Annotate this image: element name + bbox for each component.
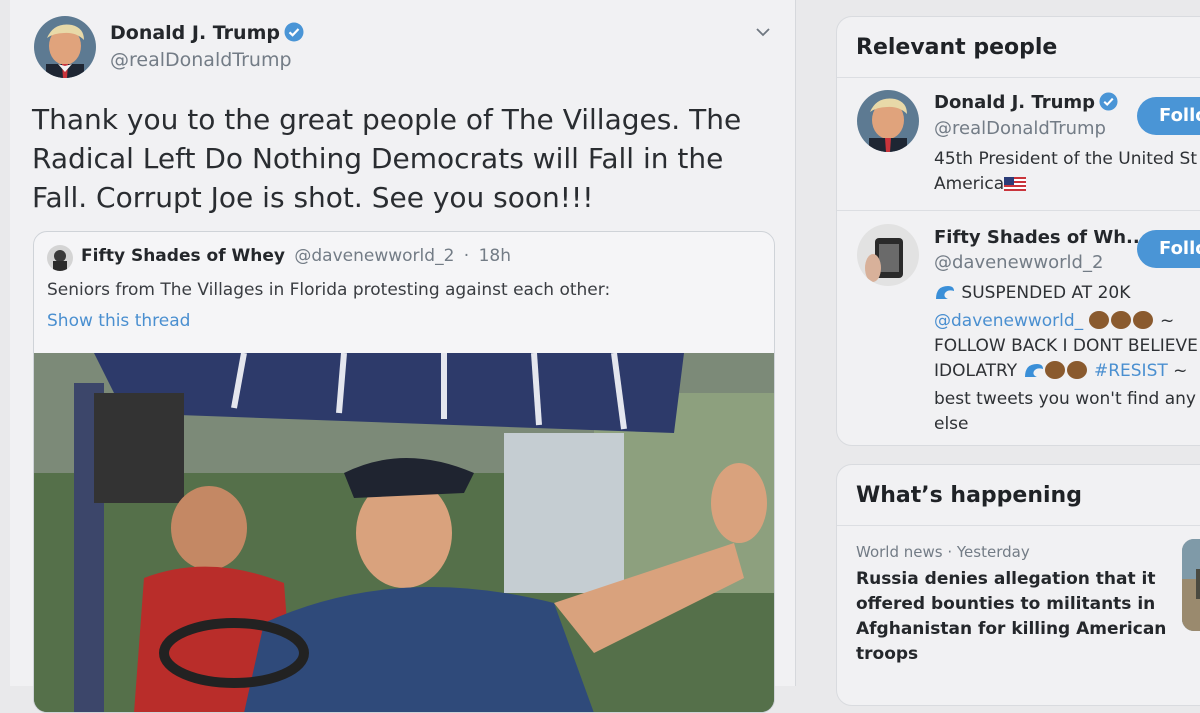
bio-line: else	[934, 414, 969, 434]
author-name-text: Donald J. Trump	[110, 22, 280, 44]
raised-fist-icon	[1044, 361, 1065, 379]
bio-line: America	[934, 172, 1200, 199]
quoted-text: Seniors from The Villages in Florida pro…	[47, 280, 611, 300]
relevant-people-title: Relevant people	[856, 35, 1058, 60]
follow-button[interactable]: Follo	[1137, 97, 1200, 135]
quoted-video[interactable]	[34, 353, 774, 712]
bio-line-text: ~	[1160, 311, 1175, 331]
person-avatar[interactable]	[857, 224, 919, 286]
raised-fist-icon	[1088, 311, 1109, 329]
tweet-column: Donald J. Trump @realDonaldTrump Thank y…	[10, 0, 796, 713]
bio-line-text: America	[934, 174, 1005, 194]
relevant-people-card: Relevant people Donald J. Trump @realDon…	[836, 16, 1200, 446]
bio-line: IDOLATRY #RESIST ~	[934, 359, 1200, 387]
bio-line: 45th President of the United St	[934, 149, 1197, 169]
person-name[interactable]: Fifty Shades of Wh...	[934, 227, 1147, 248]
show-thread-link[interactable]: Show this thread	[47, 311, 190, 331]
bio-line-text: IDOLATRY	[934, 361, 1018, 381]
verified-badge-icon	[1099, 92, 1118, 116]
person-bio: 45th President of the United St America	[934, 147, 1200, 199]
raised-fist-icon	[1132, 311, 1153, 329]
person-avatar[interactable]	[857, 90, 919, 152]
quoted-author-avatar	[47, 245, 73, 271]
person-handle[interactable]: @davenewworld_2	[934, 252, 1103, 273]
raised-fist-icon	[1066, 361, 1087, 379]
divider	[837, 210, 1200, 211]
bio-mention-link[interactable]: @davenewworld_	[934, 311, 1083, 331]
divider	[837, 77, 1200, 78]
divider	[837, 525, 1200, 526]
us-flag-icon	[1004, 174, 1027, 199]
wave-icon	[934, 283, 956, 309]
person-name-text: Donald J. Trump	[934, 92, 1096, 113]
bio-line: @davenewworld_ ~	[934, 309, 1200, 334]
bio-line: best tweets you won't find any	[934, 389, 1196, 409]
person-handle[interactable]: @realDonaldTrump	[934, 118, 1106, 139]
quoted-time: 18h	[478, 246, 512, 266]
hashtag-link[interactable]: #RESIST	[1094, 361, 1168, 381]
chevron-down-icon[interactable]	[755, 24, 771, 40]
author-name[interactable]: Donald J. Trump	[110, 22, 304, 47]
raised-fist-icon	[1110, 311, 1131, 329]
bio-line-text: SUSPENDED AT 20K	[961, 283, 1131, 303]
person-bio: SUSPENDED AT 20K @davenewworld_ ~ FOLLOW…	[934, 281, 1200, 437]
bio-line: FOLLOW BACK I DONT BELIEVE	[934, 336, 1198, 356]
whats-happening-card: What’s happening World news · Yesterday …	[836, 464, 1200, 706]
bio-line: SUSPENDED AT 20K	[934, 281, 1200, 309]
quoted-header: Fifty Shades of Whey @davenewworld_2 · 1…	[81, 246, 511, 266]
quoted-separator: ·	[463, 246, 470, 266]
trend-meta: World news · Yesterday	[856, 543, 1030, 561]
quoted-author-name: Fifty Shades of Whey	[81, 246, 285, 266]
verified-badge-icon	[284, 22, 304, 47]
wave-icon	[1023, 361, 1045, 387]
quoted-author-handle: @davenewworld_2	[294, 246, 455, 266]
trend-thumbnail[interactable]	[1182, 539, 1200, 631]
follow-button[interactable]: Follo	[1137, 230, 1200, 268]
person-name[interactable]: Donald J. Trump	[934, 92, 1118, 116]
quoted-tweet[interactable]: Fifty Shades of Whey @davenewworld_2 · 1…	[33, 231, 775, 713]
trend-title[interactable]: Russia denies allegation that it offered…	[856, 567, 1176, 667]
author-avatar[interactable]	[34, 16, 96, 78]
whats-happening-title: What’s happening	[856, 483, 1082, 508]
tweet-text: Thank you to the great people of The Vil…	[32, 103, 742, 214]
author-handle[interactable]: @realDonaldTrump	[110, 49, 292, 71]
bio-line-text: ~	[1173, 361, 1188, 381]
